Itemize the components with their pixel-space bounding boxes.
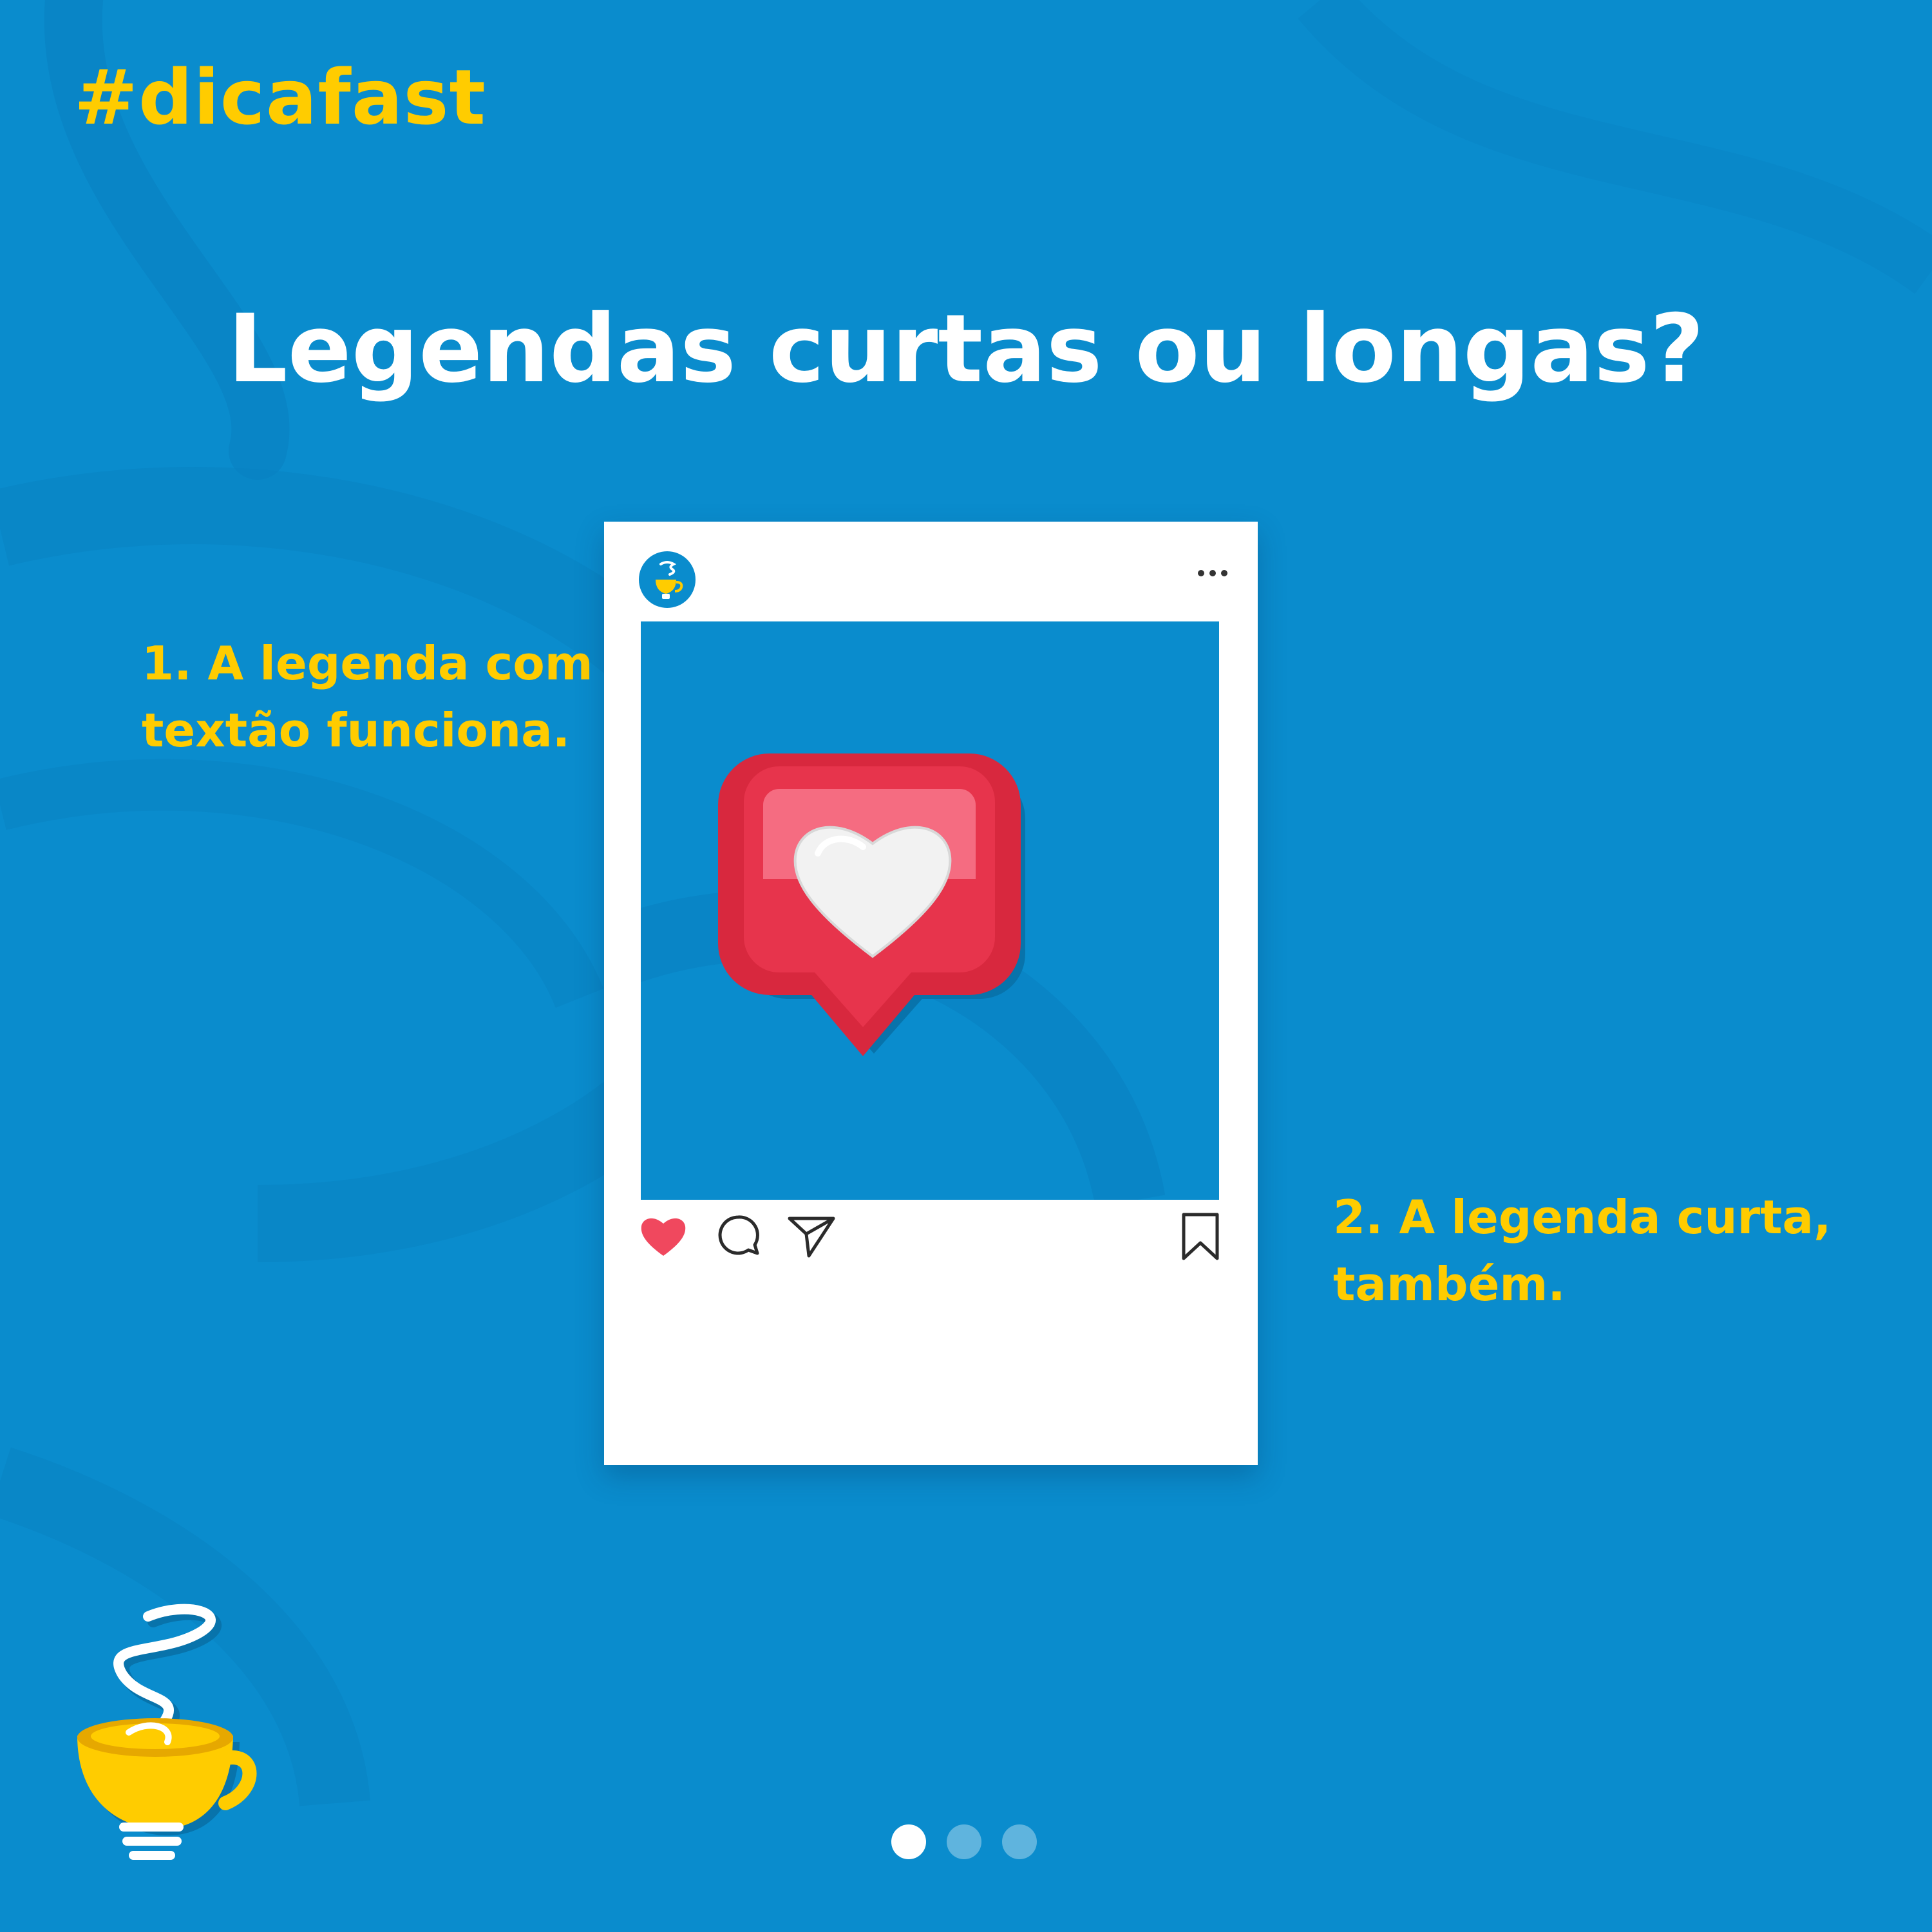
- pager-dot-3[interactable]: [1002, 1824, 1037, 1859]
- heart-icon[interactable]: [638, 1211, 689, 1262]
- like-notification-heart-icon: [641, 753, 1166, 1200]
- brand-hashtag: #dicafast: [74, 53, 486, 142]
- tip-2-line-1: 2. A legenda curta,: [1333, 1190, 1832, 1244]
- more-dots-icon[interactable]: [1193, 560, 1232, 586]
- coffee-cup-avatar-icon: [639, 551, 696, 608]
- tip-1: 1. A legenda com textão funciona.: [142, 630, 605, 764]
- instagram-post-mockup: [604, 522, 1258, 1465]
- comment-icon[interactable]: [712, 1211, 764, 1262]
- carousel-pager: [891, 1824, 1037, 1861]
- tip-1-line-2: textão funciona.: [142, 703, 571, 758]
- bookmark-icon[interactable]: [1175, 1211, 1226, 1262]
- pager-dot-1[interactable]: [891, 1824, 926, 1859]
- pager-dot-2[interactable]: [947, 1824, 981, 1859]
- tip-2-line-2: também.: [1333, 1257, 1566, 1312]
- post-image: [641, 621, 1219, 1200]
- tip-2: 2. A legenda curta, também.: [1333, 1184, 1835, 1318]
- coffee-cup-lightbulb-icon: [77, 1604, 257, 1860]
- tip-1-line-1: 1. A legenda com: [142, 636, 593, 690]
- send-icon[interactable]: [786, 1211, 837, 1262]
- page-title: Legendas curtas ou longas?: [227, 294, 1705, 404]
